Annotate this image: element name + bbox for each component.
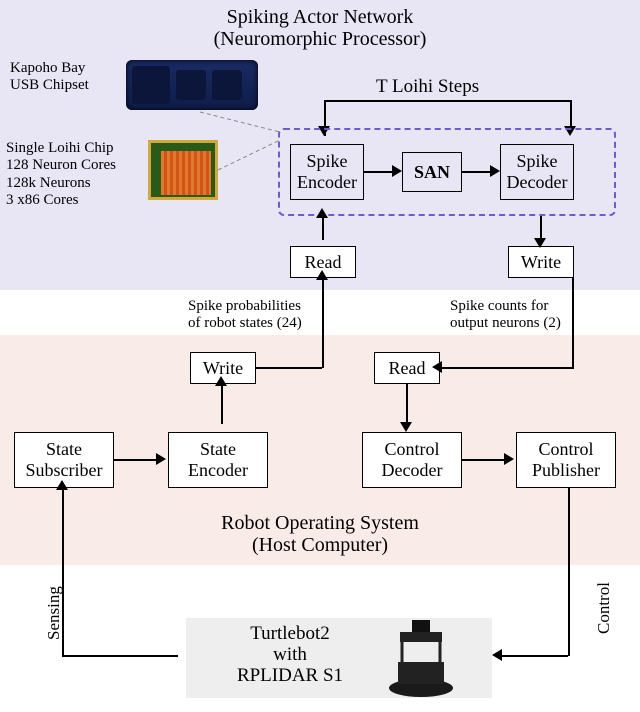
label-loihi-l3: 128k Neurons	[6, 175, 91, 191]
box-read-mid: Read	[374, 352, 440, 384]
title-san-l1: Spiking Actor Network	[227, 6, 414, 28]
label-loihi: Single Loihi Chip 128 Neuron Cores 128k …	[6, 140, 116, 209]
box-spike-encoder: Spike Encoder	[290, 144, 364, 200]
title-ros: Robot Operating System (Host Computer)	[0, 512, 640, 556]
label-kapoho-l2: USB Chipset	[10, 77, 89, 93]
label-control: Control	[594, 582, 614, 634]
loihi-chip-icon	[148, 140, 218, 200]
label-spike-counts-l1: Spike counts for	[450, 298, 548, 314]
box-write-top: Write	[508, 246, 574, 278]
label-sensing: Sensing	[44, 586, 64, 640]
label-loihi-l1: Single Loihi Chip	[6, 140, 114, 156]
box-state-encoder: State Encoder	[168, 432, 268, 488]
title-san-l2: (Neuromorphic Processor)	[214, 28, 427, 50]
label-robot-l2: with	[273, 644, 307, 665]
box-san: SAN	[402, 152, 462, 192]
title-ros-l2: (Host Computer)	[252, 534, 388, 556]
label-spike-counts-l2: output neurons (2)	[450, 315, 561, 331]
label-spike-prob: Spike probabilities of robot states (24)	[188, 298, 302, 333]
label-spike-counts: Spike counts for output neurons (2)	[450, 298, 561, 333]
label-robot: Turtlebot2 with RPLIDAR S1	[200, 624, 380, 687]
title-san: Spiking Actor Network (Neuromorphic Proc…	[0, 6, 640, 50]
title-ros-l1: Robot Operating System	[221, 512, 419, 534]
label-robot-l1: Turtlebot2	[250, 623, 330, 644]
label-loihi-steps: T Loihi Steps	[376, 76, 479, 98]
label-loihi-l2: 128 Neuron Cores	[6, 157, 116, 173]
kapoho-board-icon	[126, 60, 258, 110]
box-control-decoder: Control Decoder	[362, 432, 462, 488]
label-spike-prob-l1: Spike probabilities	[188, 298, 301, 314]
box-control-publisher: Control Publisher	[516, 432, 616, 488]
label-kapoho: Kapoho Bay USB Chipset	[10, 60, 89, 95]
box-spike-decoder: Spike Decoder	[500, 144, 574, 200]
label-robot-l3: RPLIDAR S1	[237, 665, 343, 686]
turtlebot-icon	[380, 618, 462, 698]
label-kapoho-l1: Kapoho Bay	[10, 60, 85, 76]
label-spike-prob-l2: of robot states (24)	[188, 315, 302, 331]
label-loihi-l4: 3 x86 Cores	[6, 192, 79, 208]
